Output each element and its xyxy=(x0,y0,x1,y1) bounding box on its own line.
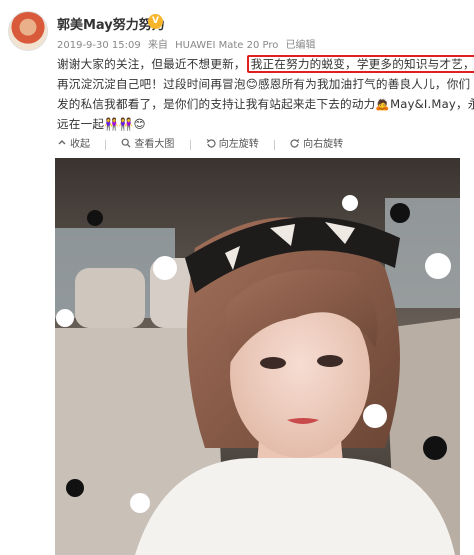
rotate-left-icon xyxy=(206,138,216,148)
rotate-right-button[interactable]: 向右旋转 xyxy=(290,135,343,150)
rotate-right-icon xyxy=(290,138,300,148)
post-image[interactable] xyxy=(55,158,460,555)
post-meta: 2019-9-30 15:09 来自 HUAWEI Mate 20 Pro 已编… xyxy=(57,36,320,51)
post-text-line3: 发的私信我都看了，是你们的支持让我有站起来走下去的动力🙇May&I.May，永 xyxy=(57,97,474,111)
rotate-left-label: 向左旋转 xyxy=(218,139,259,150)
toolbar-divider xyxy=(273,139,275,150)
magnifier-icon xyxy=(121,138,131,147)
collapse-button[interactable]: 收起 xyxy=(57,135,90,150)
rotate-left-button[interactable]: 向左旋转 xyxy=(206,135,259,150)
avatar[interactable] xyxy=(8,11,48,51)
view-large-button[interactable]: 查看大图 xyxy=(121,135,174,150)
device-source[interactable]: HUAWEI Mate 20 Pro xyxy=(175,40,278,51)
post-text: 谢谢大家的关注，但最近不想更新， 我正在努力的蜕变，学更多的知识与才艺， 再沉淀沉… xyxy=(57,54,474,134)
image-toolbar: 收起 查看大图 向左旋转 向右旋转 xyxy=(57,135,355,151)
rotate-right-label: 向右旋转 xyxy=(303,139,344,150)
edited-status[interactable]: 已编辑 xyxy=(286,40,316,51)
post-text-line1: 谢谢大家的关注，但最近不想更新， xyxy=(57,57,246,71)
view-large-label: 查看大图 xyxy=(134,139,175,150)
toolbar-divider xyxy=(105,139,107,150)
verified-badge-icon: V xyxy=(148,14,163,29)
collapse-label: 收起 xyxy=(70,139,90,150)
post-text-line4: 远在一起👭👭😊 xyxy=(57,117,146,131)
post-date[interactable]: 2019-9-30 15:09 xyxy=(57,40,141,51)
source-prefix: 来自 xyxy=(147,40,168,51)
collapse-icon xyxy=(58,139,66,144)
post-text-line2: 再沉淀沉淀自己吧！过段时间再冒泡😊感恩所有为我加油打气的善良人儿，你们 xyxy=(57,77,471,91)
toolbar-divider xyxy=(189,139,191,150)
highlighted-text: 我正在努力的蜕变，学更多的知识与才艺， xyxy=(246,55,474,73)
selfie-photo xyxy=(55,158,460,555)
